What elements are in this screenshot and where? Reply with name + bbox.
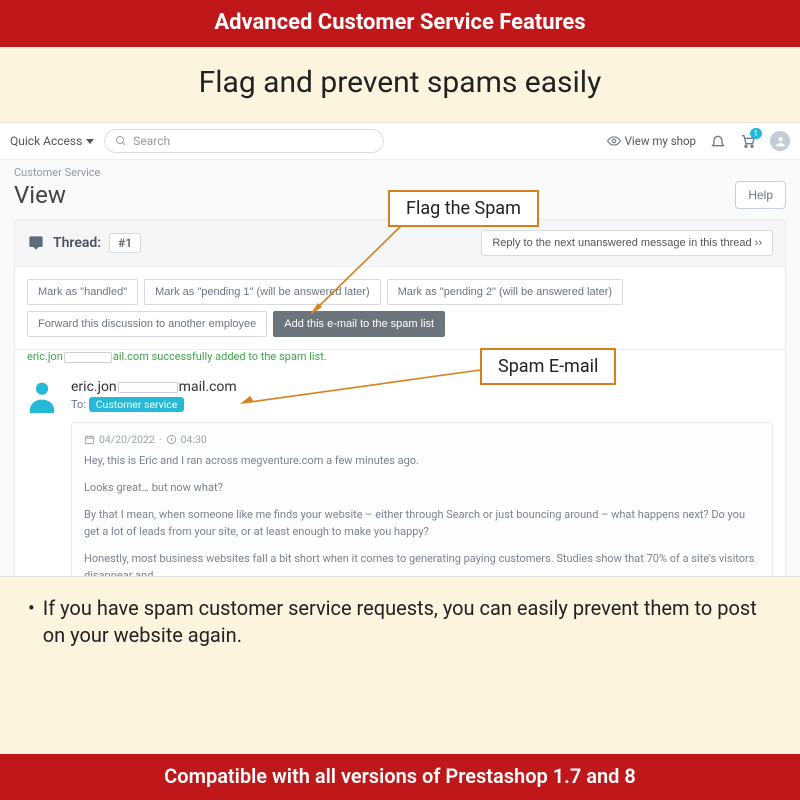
from-left: eric.jon <box>71 379 117 395</box>
thread-number: #1 <box>109 233 141 253</box>
redaction-box <box>64 352 112 363</box>
msg-p3: By that I mean, when someone like me fin… <box>84 506 760 540</box>
to-row: To: Customer service <box>71 397 773 412</box>
message-meta: 04/20/2022 · 04:30 <box>84 433 760 446</box>
banner-top: Advanced Customer Service Features <box>0 0 800 47</box>
from-email: eric.jon mail.com <box>71 379 773 395</box>
topbar-right: View my shop 1 <box>607 131 790 151</box>
success-right: ail.com successfully added to the spam l… <box>113 350 327 363</box>
msg-p2: Looks great… but now what? <box>84 479 760 496</box>
from-right: mail.com <box>179 379 237 395</box>
msg-p1: Hey, this is Eric and I ran across megve… <box>84 452 760 469</box>
calendar-icon <box>84 434 95 445</box>
cart-icon[interactable]: 1 <box>740 133 756 149</box>
message-block: eric.jon mail.com To: Customer service 04… <box>15 369 785 577</box>
message-card: 04/20/2022 · 04:30 Hey, this is Eric and… <box>71 422 773 577</box>
message-time: 04:30 <box>181 433 207 446</box>
page-headline: Flag and prevent spams easily <box>0 47 800 122</box>
sender-avatar <box>27 379 57 577</box>
page-title: View <box>14 181 66 209</box>
user-icon <box>27 379 57 413</box>
message-text: Hey, this is Eric and I ran across megve… <box>84 452 760 577</box>
cart-badge: 1 <box>750 128 763 139</box>
mark-handled-button[interactable]: Mark as "handled" <box>27 279 138 305</box>
success-left: eric.jon <box>27 350 63 363</box>
mark-pending2-button[interactable]: Mark as "pending 2" (will be answered la… <box>387 279 623 305</box>
bullet-text: If you have spam customer service reques… <box>43 595 780 649</box>
inner-area: Flag and prevent spams easily Flag the S… <box>0 47 800 754</box>
search-icon <box>115 135 127 147</box>
thread-label: Thread: <box>53 235 101 251</box>
breadcrumb: Customer Service <box>0 160 800 179</box>
mark-pending1-button[interactable]: Mark as "pending 1" (will be answered la… <box>144 279 380 305</box>
add-spam-button[interactable]: Add this e-mail to the spam list <box>273 311 445 337</box>
search-input[interactable]: Search <box>104 129 384 153</box>
bullet-area: • If you have spam customer service requ… <box>0 577 800 665</box>
view-shop-link[interactable]: View my shop <box>607 134 696 148</box>
banner-bottom: Compatible with all versions of Prestash… <box>0 754 800 800</box>
view-shop-label: View my shop <box>625 134 696 148</box>
eye-icon <box>607 134 621 148</box>
promo-frame: Advanced Customer Service Features Flag … <box>0 0 800 800</box>
reply-next-button[interactable]: Reply to the next unanswered message in … <box>481 230 773 256</box>
thread-header: Thread: #1 Reply to the next unanswered … <box>15 220 785 267</box>
message-date: 04/20/2022 <box>99 433 155 446</box>
message-body: eric.jon mail.com To: Customer service 04… <box>71 379 773 577</box>
admin-topbar: Quick Access Search View my shop <box>0 123 800 160</box>
thread-actions: Mark as "handled" Mark as "pending 1" (w… <box>15 267 785 350</box>
callout-flag: Flag the Spam <box>388 190 539 227</box>
comments-icon <box>27 235 45 251</box>
search-placeholder: Search <box>133 134 170 148</box>
forward-button[interactable]: Forward this discussion to another emplo… <box>27 311 267 337</box>
callout-email: Spam E-mail <box>480 348 616 385</box>
msg-p4: Honestly, most business websites fall a … <box>84 550 760 577</box>
help-button[interactable]: Help <box>735 181 786 209</box>
success-message: eric.jon ail.com successfully added to th… <box>15 350 785 369</box>
to-tag: Customer service <box>89 397 185 412</box>
redaction-box <box>118 382 178 393</box>
clock-icon <box>166 434 177 445</box>
to-label: To: <box>71 398 86 411</box>
bell-icon[interactable] <box>710 133 726 149</box>
caret-down-icon <box>86 139 94 144</box>
admin-screenshot: Flag the Spam Spam E-mail Quick Access S… <box>0 122 800 577</box>
user-icon <box>774 135 787 148</box>
thread-panel: Thread: #1 Reply to the next unanswered … <box>14 219 786 577</box>
quick-access-label: Quick Access <box>10 134 82 148</box>
user-avatar[interactable] <box>770 131 790 151</box>
bullet-dot: • <box>28 595 35 649</box>
quick-access-menu[interactable]: Quick Access <box>10 134 94 148</box>
